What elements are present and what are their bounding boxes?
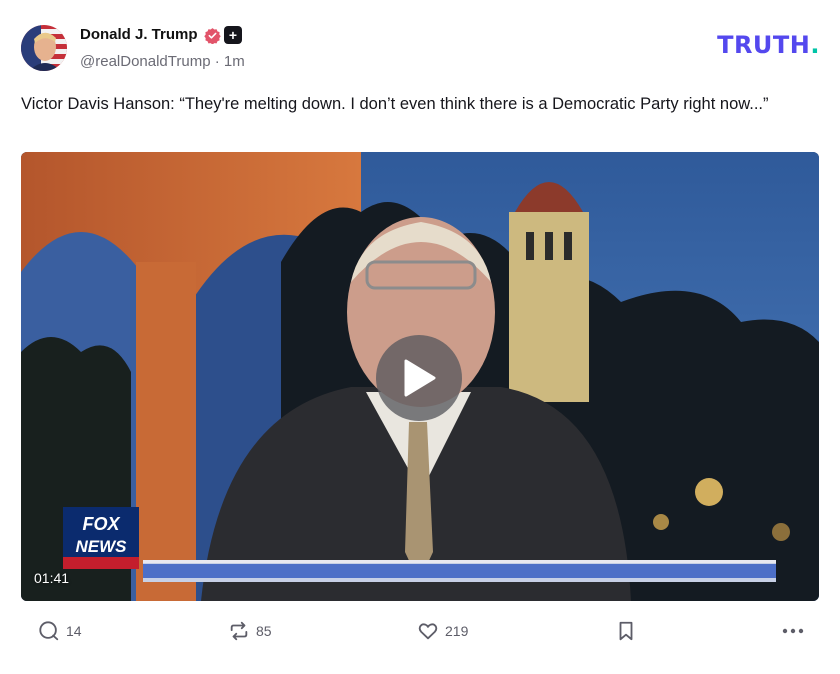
reply-button[interactable]: 14 [38,620,82,642]
handle-and-time: @realDonaldTrump · 1m [80,53,245,70]
retruth-icon [230,621,248,641]
like-button[interactable]: 219 [417,620,468,642]
video-duration: 01:41 [34,570,70,586]
play-button[interactable] [376,335,462,421]
retruth-button[interactable]: 85 [228,620,272,642]
retruth-count: 85 [256,623,272,639]
heart-icon [418,623,438,640]
more-icon [782,628,804,634]
avatar[interactable] [21,25,67,71]
reply-count: 14 [66,623,82,639]
bookmark-button[interactable] [615,620,637,642]
avatar-image [21,25,67,71]
truth-logo[interactable]: TRUTH. [717,31,820,59]
author-name[interactable]: Donald J. Trump [80,26,198,43]
bookmark-icon [619,621,633,641]
verified-badge-icon [204,27,221,49]
reply-icon [39,621,59,641]
post-actions: 14 85 219 [0,620,840,650]
logo-dot: . [810,31,820,59]
svg-text:NEWS: NEWS [76,537,128,556]
post-text: Victor Davis Hanson: “They're melting do… [21,95,769,113]
svg-text:FOX: FOX [82,514,120,534]
more-button[interactable] [781,620,805,642]
logo-main: TRUTH [717,31,811,59]
like-count: 219 [445,623,469,639]
video-player[interactable]: FOX NEWS 01:41 [21,152,819,601]
play-icon [404,359,436,397]
plus-badge-icon: + [224,26,242,44]
